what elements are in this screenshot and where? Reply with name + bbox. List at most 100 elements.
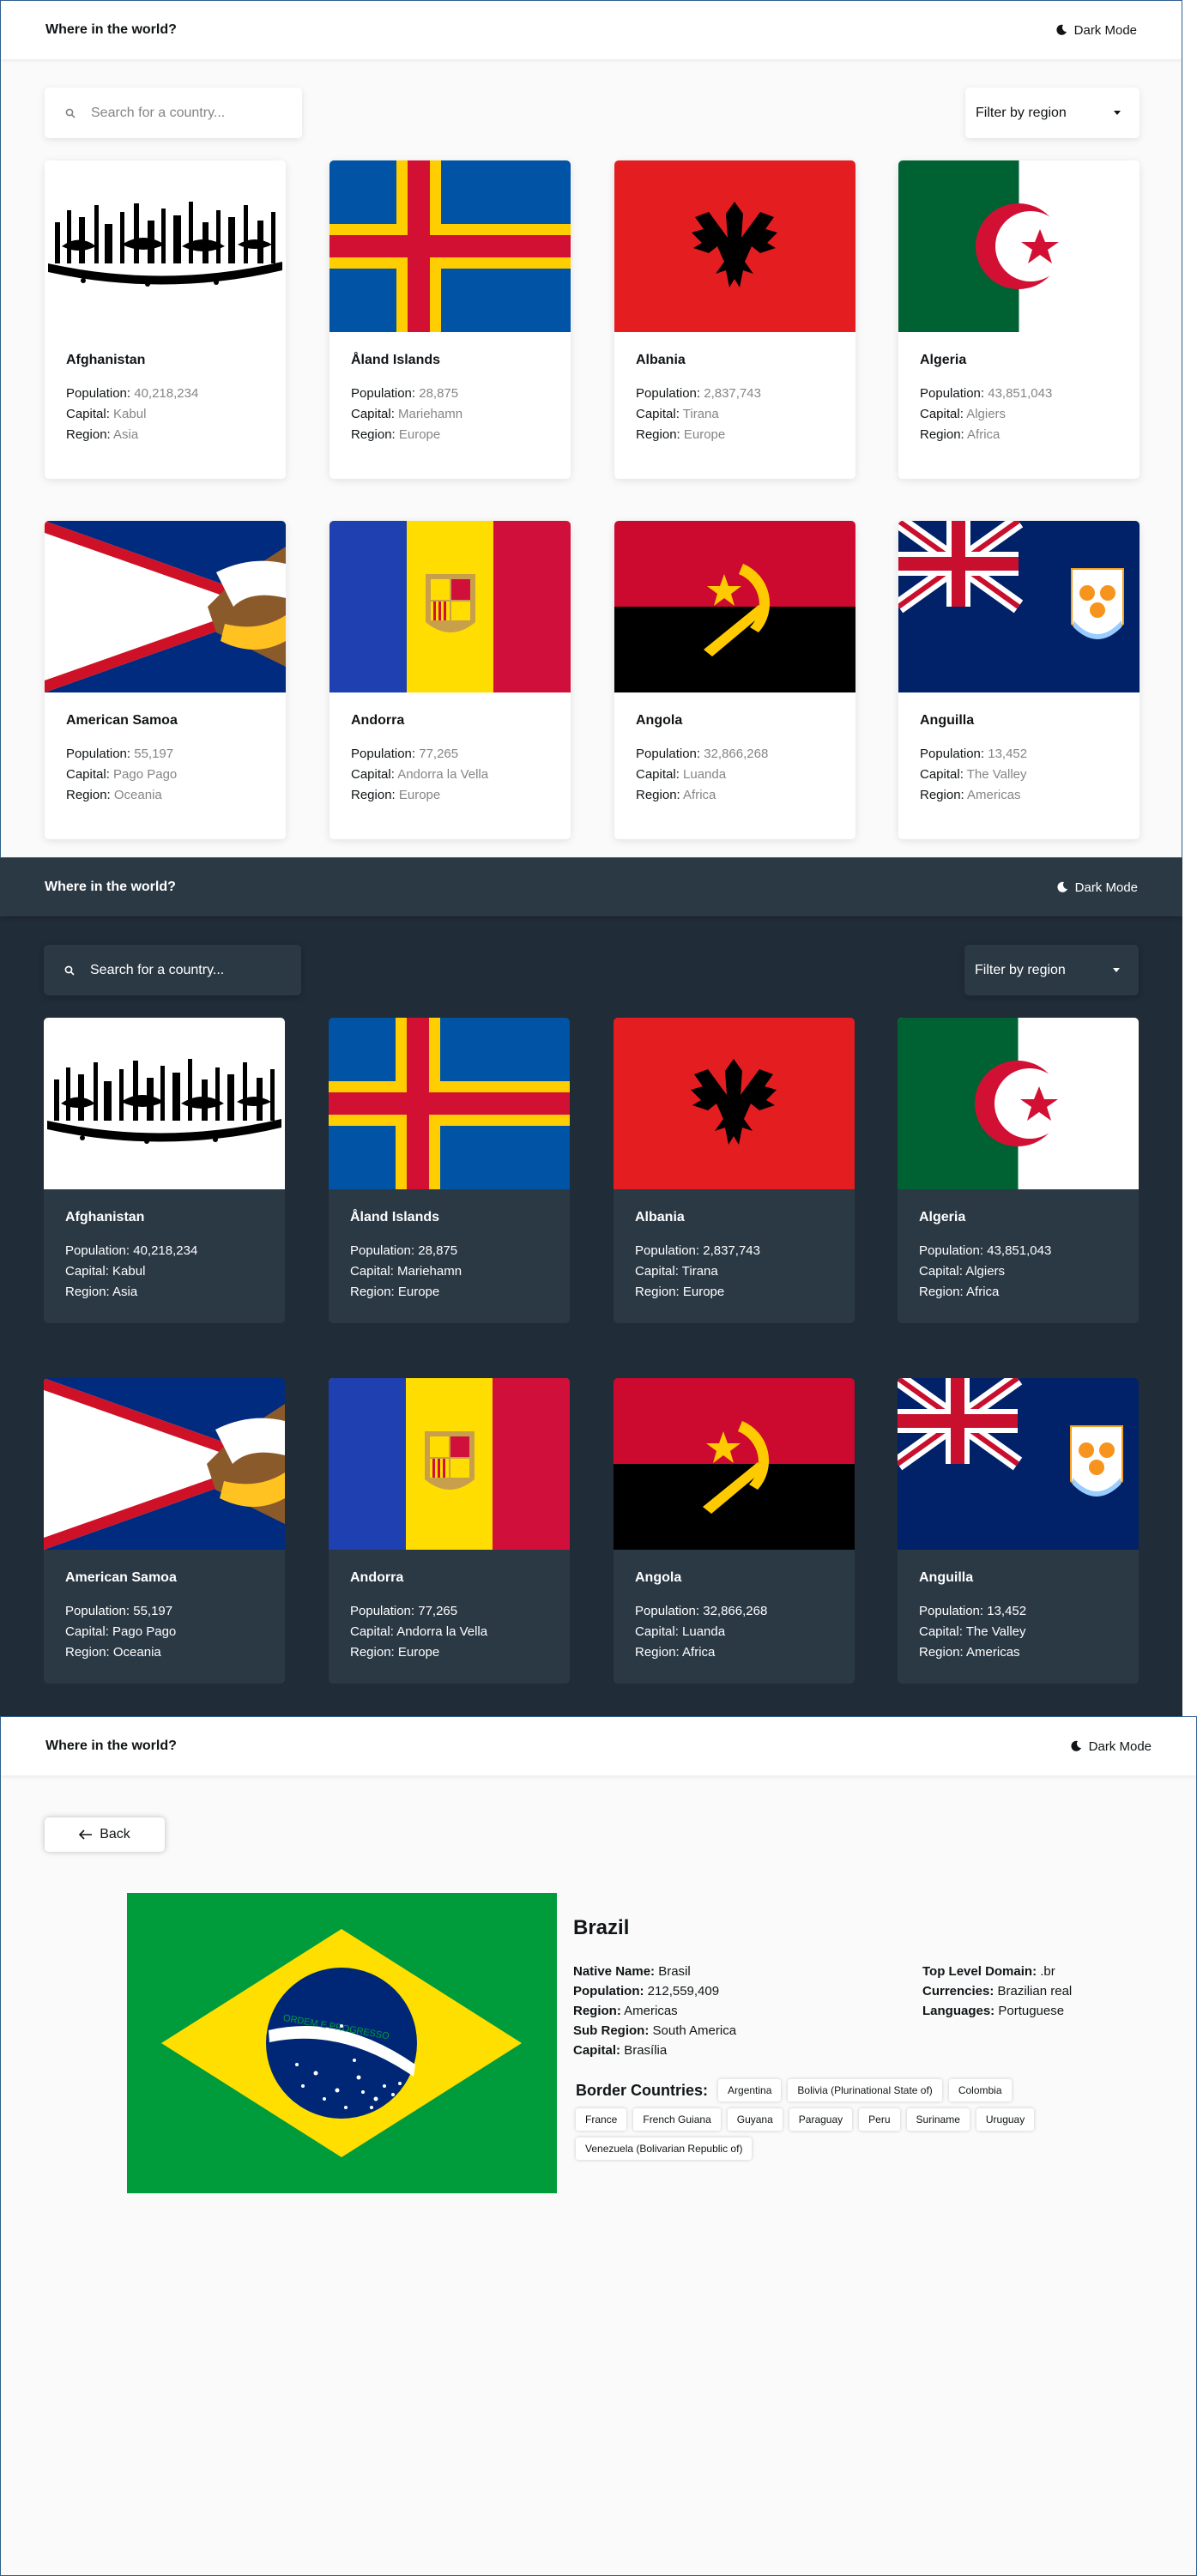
capital-label: Capital: [65,1264,109,1279]
brazil-flag: ORDEM E PROGRESSO [127,1893,557,2193]
back-label: Back [100,1827,130,1841]
angola-flag [614,521,855,692]
albania-flag [614,1018,855,1189]
tld-value: .br [1040,1964,1055,1979]
country-card[interactable]: Anguilla Population: 13,452 Capital: The V… [898,521,1140,839]
country-name: American Samoa [66,713,178,728]
back-button[interactable]: Back [45,1817,165,1852]
capital-row: Capital: The Valley [920,765,1118,785]
population-value: 13,452 [988,747,1028,761]
currencies-label: Currencies: [922,1984,994,1999]
country-card[interactable]: Andorra Population: 77,265 Capital: Andorr… [329,1378,570,1684]
capital-value: The Valley [966,767,1027,782]
country-card[interactable]: Afghanistan Population: 40,218,234 Capital… [44,1018,285,1323]
country-name: Anguilla [919,1570,974,1585]
card-info: Åland Islands Population: 28,875 Capital: … [329,1189,570,1323]
region-row: Region: Europe [350,1282,548,1303]
region-label: Region: [350,1645,395,1660]
border-country-chip[interactable]: Argentina [718,2079,782,2101]
capital-label: Capital: [919,1264,963,1279]
border-country-chip[interactable]: Venezuela (Bolivarian Republic of) [576,2138,753,2160]
region-label: Region: [351,427,396,442]
population-label: Population: [65,1604,130,1618]
border-country-chip[interactable]: Guyana [727,2108,783,2131]
region-value: Asia [112,1285,138,1299]
top-header: Where in the world? Dark Mode [1,1,1182,59]
sub-region-value: South America [652,2023,737,2038]
population-label: Population: [66,386,131,401]
population-label: Population: [919,1243,984,1258]
region-filter-label: Filter by region [976,105,1067,120]
region-row: Region: Africa [920,425,1118,445]
border-country-chip[interactable]: Paraguay [789,2108,853,2131]
population-label: Population: [920,386,985,401]
card-info: American Samoa Population: 55,197 Capital:… [44,1550,285,1684]
region-row: Region: Americas [919,1642,1117,1663]
anguilla-flag [898,1378,1139,1550]
border-country-chip[interactable]: Colombia [948,2079,1012,2101]
capital-value: Brasília [624,2043,668,2058]
population-label: Population: [636,386,701,401]
country-card[interactable]: Åland Islands Population: 28,875 Capital: … [329,1018,570,1323]
region-label: Region: [636,427,680,442]
region-row: Region: Europe [351,785,549,806]
andorra-flag [329,1378,570,1550]
card-info: Albania Population: 2,837,743 Capital: Tir… [614,1189,855,1323]
border-country-chip[interactable]: Uruguay [976,2108,1035,2131]
country-card[interactable]: Andorra Population: 77,265 Capital: Andorr… [329,521,571,839]
country-card[interactable]: Afghanistan Population: 40,218,234 Capital… [45,160,286,479]
country-detail-view: Where in the world? Dark Mode Back ORDEM… [0,1716,1197,2576]
search-input[interactable] [91,105,263,121]
country-card[interactable]: Albania Population: 2,837,743 Capital: Tir… [614,1018,855,1323]
border-country-chip[interactable]: Suriname [906,2108,970,2131]
country-card[interactable]: Algeria Population: 43,851,043 Capital: Al… [898,1018,1139,1323]
border-country-chip[interactable]: France [576,2108,627,2131]
country-card[interactable]: American Samoa Population: 55,197 Capital:… [45,521,286,839]
population-row: Population: 55,197 [65,1601,263,1622]
search-input[interactable] [90,962,262,978]
country-card[interactable]: Angola Population: 32,866,268 Capital: Lua… [614,521,855,839]
search-box[interactable] [44,945,301,995]
population-label: Population: [919,1604,984,1618]
capital-row: Capital: Pago Pago [65,1622,263,1642]
region-row: Region: Africa [636,785,834,806]
region-label: Region: [66,788,111,802]
currencies-value: Brazilian real [997,1984,1073,1999]
dark-mode-toggle[interactable]: Dark Mode [1055,23,1137,38]
region-row: Region: Americas [920,785,1118,806]
top-header: Where in the world? Dark Mode [1,1717,1196,1775]
region-value: Americas [967,788,1021,802]
population-label: Population: [920,747,985,761]
app-title: Where in the world? [45,22,177,37]
dark-mode-toggle[interactable]: Dark Mode [1056,880,1138,895]
border-country-chip[interactable]: Peru [859,2108,900,2131]
country-card[interactable]: Angola Population: 32,866,268 Capital: Lua… [614,1378,855,1684]
country-name: Åland Islands [351,353,441,367]
country-name: Andorra [351,713,405,728]
region-row: Region: Africa [919,1282,1117,1303]
capital-value: Andorra la Vella [397,767,489,782]
region-filter-select[interactable]: Filter by region [964,945,1139,995]
region-filter-select[interactable]: Filter by region [965,88,1140,138]
region-row: Region: Oceania [65,1642,263,1663]
capital-row: Capital: The Valley [919,1622,1117,1642]
region-value: Americas [966,1645,1020,1660]
capital-row: Capital: Andorra la Vella [351,765,549,785]
population-label: Population: [573,1984,644,1999]
capital-value: Mariehamn [398,407,463,421]
border-country-chip[interactable]: Bolivia (Plurinational State of) [788,2079,942,2101]
card-info: Afghanistan Population: 40,218,234 Capital… [45,332,286,466]
card-info: Algeria Population: 43,851,043 Capital: Al… [898,1189,1139,1323]
angola-flag [614,1378,855,1550]
region-filter-label: Filter by region [975,962,1066,977]
country-card[interactable]: Anguilla Population: 13,452 Capital: The V… [898,1378,1139,1684]
country-card[interactable]: Albania Population: 2,837,743 Capital: Tir… [614,160,855,479]
search-box[interactable] [45,88,302,138]
country-card[interactable]: American Samoa Population: 55,197 Capital:… [44,1378,285,1684]
population-value: 2,837,743 [703,1243,760,1258]
capital-label: Capital: [636,407,680,421]
dark-mode-toggle[interactable]: Dark Mode [1070,1739,1152,1754]
country-card[interactable]: Algeria Population: 43,851,043 Capital: Al… [898,160,1140,479]
border-country-chip[interactable]: French Guiana [633,2108,721,2131]
country-card[interactable]: Åland Islands Population: 28,875 Capital: … [329,160,571,479]
